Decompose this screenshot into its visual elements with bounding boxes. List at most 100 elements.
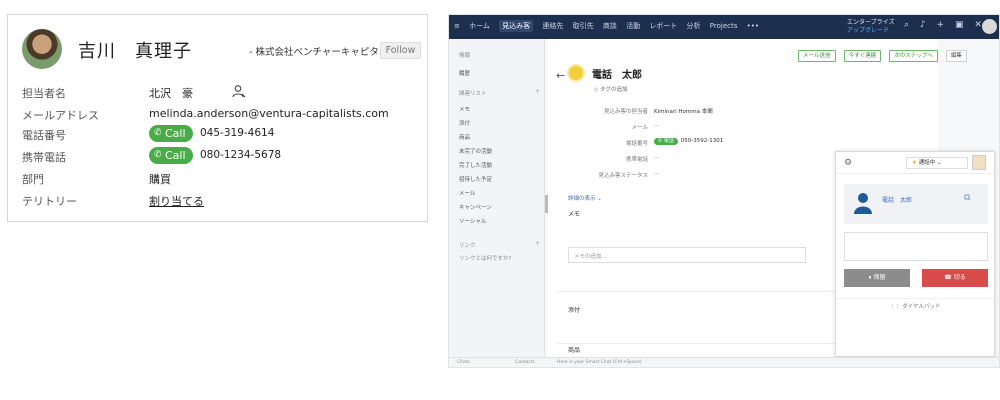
edition-name: エンタープライズ: [847, 19, 895, 26]
tag-add-label: タグの追加: [599, 87, 628, 93]
add-tag-link[interactable]: ◇ タグの追加: [594, 85, 628, 93]
phonebridge-icon: ⚙: [844, 158, 853, 168]
sidebar-item-open-activities[interactable]: 未完了の活動: [459, 147, 492, 155]
memo-input[interactable]: メモの追加...: [568, 247, 806, 263]
contact-card: 吉川 真理子 - 株式会社ベンチャーキャピタル Follow 担当者名 北沢 豪…: [7, 14, 428, 222]
territory-label: テリトリー: [22, 195, 77, 208]
field-mobile-value: —: [654, 155, 660, 161]
top-nav-bar: ≡ ホーム 見込み客 連絡先 取引先 商談 活動 レポート 分析 Project…: [449, 15, 999, 39]
end-call-button[interactable]: ☎ 切る: [922, 269, 988, 287]
dialpad-label: ダイヤルパッド: [902, 304, 941, 310]
nav-analytics[interactable]: 分析: [687, 22, 701, 30]
user-avatar[interactable]: [982, 19, 997, 34]
lead-avatar: [567, 64, 585, 82]
call-notes-input[interactable]: [844, 232, 988, 261]
edit-button[interactable]: 編集: [945, 50, 967, 62]
dept-label: 部門: [22, 173, 44, 186]
contacts-tab[interactable]: Contacts: [515, 360, 535, 365]
search-icon[interactable]: ⌕: [904, 20, 909, 30]
nav-activities[interactable]: 活動: [626, 22, 640, 30]
nav-more[interactable]: •••: [747, 22, 759, 30]
agent-avatar[interactable]: [972, 155, 986, 170]
sidebar-item-attachments[interactable]: 添付: [459, 119, 470, 127]
contact-company: - 株式会社ベンチャーキャピタル: [249, 47, 389, 58]
action-bar: メール送信 今すぐ連絡 次のステップへ 編集: [798, 42, 970, 62]
field-status-label: 見込み客ステータス: [598, 173, 648, 179]
mini-call-button[interactable]: ✆ 電話: [654, 138, 678, 145]
main-menu: ≡ ホーム 見込み客 連絡先 取引先 商談 活動 レポート 分析 Project…: [454, 20, 766, 32]
assign-user-icon[interactable]: [232, 84, 246, 98]
field-email-label: メール: [631, 125, 648, 131]
field-owner-value: Kiminari Homma 本間: [654, 109, 713, 115]
territory-row: テリトリー 割り当てる: [22, 191, 422, 209]
record-sidebar: 情報 履歴 関連リスト + メモ 添付 商品 未完了の活動 完了した活動 招待し…: [449, 39, 545, 357]
open-external-icon[interactable]: ⧉: [964, 193, 970, 203]
phone-row: 電話番号 ✆ Call 045-319-4614: [22, 125, 422, 143]
sidebar-item-closed-activities[interactable]: 完了した活動: [459, 161, 492, 169]
field-phone-value: 050-3592-1301: [680, 138, 724, 144]
owner-label: 担当者名: [22, 87, 66, 100]
mini-call-label: 電話: [663, 138, 674, 144]
field-owner-label: 見込み客の担当者: [603, 109, 648, 115]
nav-reports[interactable]: レポート: [649, 22, 677, 30]
widget-header: ⚙ ★ 通話中 ⌄: [836, 152, 994, 174]
contact-avatar: [22, 29, 62, 69]
settings-icon[interactable]: ✕: [974, 20, 982, 30]
sidebar-info-header: 情報: [459, 53, 471, 59]
follow-button[interactable]: Follow: [380, 42, 421, 59]
back-arrow-icon[interactable]: ←: [556, 69, 565, 82]
sidebar-links-hint[interactable]: リンクとは何ですか?: [459, 254, 511, 262]
nav-accounts[interactable]: 取引先: [573, 22, 594, 30]
send-email-button[interactable]: メール送信: [798, 50, 836, 62]
bell-icon[interactable]: ♪: [920, 20, 926, 30]
nav-contacts[interactable]: 連絡先: [542, 22, 563, 30]
assign-territory-link[interactable]: 割り当てる: [149, 193, 204, 209]
sidebar-item-notes[interactable]: メモ: [459, 105, 470, 113]
show-details-label: 詳細の表示: [568, 196, 596, 202]
phone-icon: ✆: [154, 128, 162, 138]
call-label: Call: [165, 149, 186, 162]
upgrade-link[interactable]: アップグレード: [847, 27, 894, 35]
contact-name: 吉川 真理子: [78, 41, 192, 62]
hamburger-icon[interactable]: ≡: [454, 22, 460, 30]
caller-name[interactable]: 電話 太郎: [882, 195, 912, 204]
lead-name: 電話 太郎: [592, 70, 642, 81]
top-icons: ⌕ ♪ + ▣ ✕: [904, 20, 990, 30]
nav-home[interactable]: ホーム: [469, 22, 490, 30]
chats-tab[interactable]: Chats: [457, 360, 470, 365]
sidebar-item-campaigns[interactable]: キャンペーン: [459, 203, 492, 211]
show-details-link[interactable]: 詳細の表示 ⌄: [568, 194, 602, 202]
owner-row: 担当者名 北沢 豪: [22, 83, 422, 101]
call-label: Call: [165, 127, 186, 140]
nav-leads[interactable]: 見込み客: [499, 20, 534, 32]
add-related-icon[interactable]: +: [535, 88, 540, 95]
hold-button[interactable]: ⏸ 保留: [844, 269, 910, 287]
caller-card: 電話 太郎 ⧉: [844, 184, 988, 224]
calendar-icon[interactable]: ▣: [955, 20, 964, 30]
call-phone-button[interactable]: ✆ Call: [149, 125, 193, 142]
bottom-bar: Chats Contacts Here is your Smart Chat (…: [449, 357, 999, 367]
call-status-select[interactable]: ★ 通話中 ⌄: [906, 157, 968, 169]
add-icon[interactable]: +: [937, 20, 945, 30]
smart-chat-hint[interactable]: Here is your Smart Chat (Ctrl+Space): [557, 360, 642, 365]
field-status-value: —: [654, 171, 660, 177]
contact-now-button[interactable]: 今すぐ連絡: [843, 50, 882, 62]
dialpad-link[interactable]: ⋮⋮ ダイヤルパッド: [836, 298, 994, 310]
phone-value: 045-319-4614: [200, 127, 275, 139]
add-link-icon[interactable]: +: [535, 240, 540, 247]
email-label: メールアドレス: [22, 109, 99, 122]
sidebar-item-products[interactable]: 商品: [459, 133, 470, 141]
next-step-button[interactable]: 次のステップへ: [889, 50, 938, 62]
call-mobile-button[interactable]: ✆ Call: [149, 147, 193, 164]
sidebar-item-invited-events[interactable]: 招待した予定: [459, 175, 492, 183]
email-value[interactable]: melinda.anderson@ventura-capitalists.com: [149, 107, 389, 120]
dept-value: 購買: [149, 173, 171, 186]
nav-deals[interactable]: 商談: [603, 22, 617, 30]
attachments-section-title: 添付: [568, 307, 581, 314]
sidebar-links-header: リンク: [459, 243, 476, 249]
sidebar-item-social[interactable]: ソーシャル: [459, 217, 486, 225]
field-phone-label: 電話番号: [625, 141, 648, 147]
nav-projects[interactable]: Projects: [710, 22, 738, 30]
sidebar-item-emails[interactable]: メール: [459, 189, 476, 197]
sidebar-history[interactable]: 履歴: [459, 69, 470, 77]
